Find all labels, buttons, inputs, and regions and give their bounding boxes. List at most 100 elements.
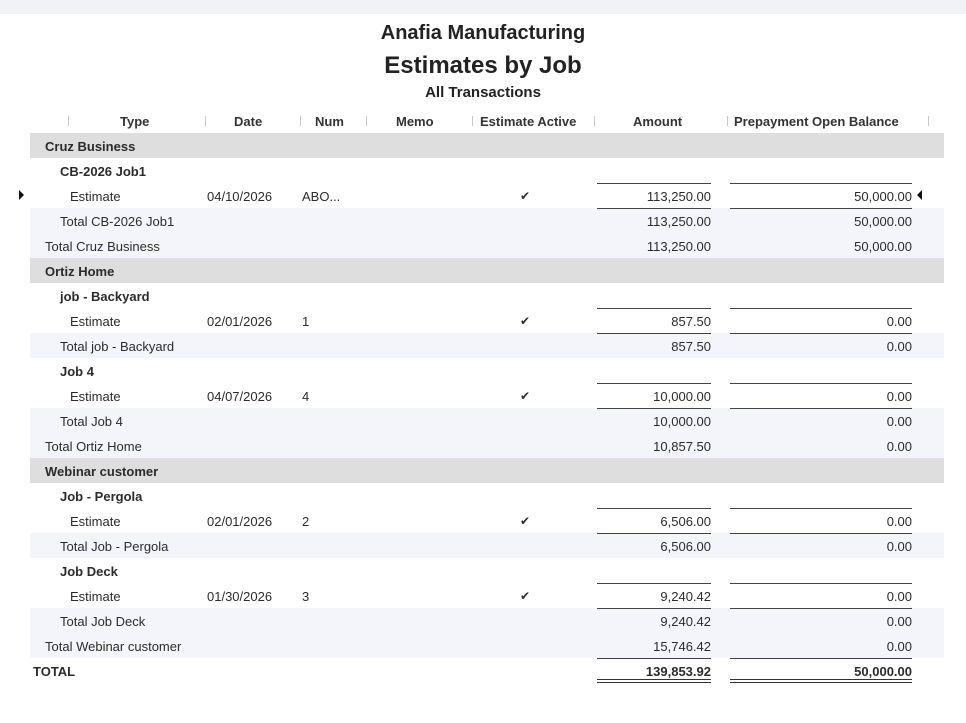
row-label: job - Backyard (60, 289, 150, 304)
row-label: Job - Pergola (60, 489, 143, 504)
prepayment-underline (730, 608, 912, 609)
amount-underline (597, 383, 711, 384)
report-title: Estimates by Job (384, 52, 582, 79)
job-total-row[interactable]: Total job - Backyard 857.50 0.00 (30, 333, 944, 358)
row-label: Estimate (70, 314, 121, 329)
amount-underline (597, 208, 711, 209)
row-label: CB-2026 Job1 (60, 164, 146, 179)
row-label: Total Job Deck (60, 614, 146, 629)
amount-underline (597, 408, 711, 409)
column-header-num[interactable]: Num (315, 114, 344, 129)
row-label: Job Deck (60, 564, 118, 579)
column-separator[interactable] (727, 116, 728, 126)
row-num: 1 (302, 314, 310, 329)
grand-total-row[interactable]: TOTAL 139,853.92 50,000.00 (30, 658, 944, 683)
row-label: Total Webinar customer (45, 639, 182, 654)
job-row[interactable]: Job Deck (30, 558, 944, 583)
column-header-estimate-active[interactable]: Estimate Active (480, 114, 576, 129)
row-prepayment-balance: 0.00 (886, 614, 912, 629)
row-amount: 6,506.00 (660, 539, 711, 554)
amount-underline (597, 508, 711, 509)
prepayment-underline (730, 308, 912, 309)
row-prepayment-balance: 0.00 (886, 514, 912, 529)
row-prepayment-balance: 0.00 (886, 339, 912, 354)
checkmark-icon: ✔ (520, 389, 531, 403)
row-label: TOTAL (33, 664, 76, 679)
customer-row[interactable]: Ortiz Home (30, 258, 944, 283)
column-header-prepayment-open-balance[interactable]: Prepayment Open Balance (734, 114, 899, 129)
amount-underline (597, 583, 711, 584)
prepayment-underline (730, 508, 912, 509)
job-total-row[interactable]: Total CB-2026 Job1 113,250.00 50,000.00 (30, 208, 944, 233)
row-label: Estimate (70, 514, 121, 529)
total-double-underline (730, 679, 912, 683)
column-header-amount[interactable]: Amount (633, 114, 682, 129)
row-prepayment-balance: 0.00 (886, 389, 912, 404)
row-prepayment-balance: 50,000.00 (854, 664, 912, 679)
row-label: Ortiz Home (45, 264, 115, 279)
column-header-date[interactable]: Date (234, 114, 262, 129)
customer-total-row[interactable]: Total Ortiz Home 10,857.50 0.00 (30, 433, 944, 458)
row-amount: 113,250.00 (646, 239, 711, 254)
row-num: 3 (302, 589, 310, 604)
prepayment-underline (730, 333, 912, 334)
column-separator[interactable] (205, 116, 206, 126)
row-label: Total CB-2026 Job1 (60, 214, 175, 229)
transaction-row[interactable]: Estimate 02/01/2026 2 ✔ 6,506.00 0.00 (30, 508, 944, 533)
row-label: Total Job 4 (60, 414, 123, 429)
row-amount: 9,240.42 (660, 614, 711, 629)
prepayment-underline (730, 183, 912, 184)
column-separator[interactable] (928, 116, 929, 126)
column-separator[interactable] (366, 116, 367, 126)
column-separator[interactable] (472, 116, 473, 126)
row-prepayment-balance: 0.00 (886, 589, 912, 604)
row-amount: 857.50 (671, 314, 711, 329)
customer-row[interactable]: Cruz Business (30, 133, 944, 158)
amount-underline (597, 308, 711, 309)
row-amount: 15,746.42 (653, 639, 711, 654)
column-header-memo[interactable]: Memo (396, 114, 434, 129)
transaction-row[interactable]: Estimate 01/30/2026 3 ✔ 9,240.42 0.00 (30, 583, 944, 608)
customer-row[interactable]: Webinar customer (30, 458, 944, 483)
amount-underline (597, 608, 711, 609)
job-total-row[interactable]: Total Job 4 10,000.00 0.00 (30, 408, 944, 433)
job-row[interactable]: CB-2026 Job1 (30, 158, 944, 183)
row-date: 04/10/2026 (207, 189, 273, 204)
row-label: Total job - Backyard (60, 339, 175, 354)
amount-underline (597, 333, 711, 334)
row-label: Total Job - Pergola (60, 539, 169, 554)
column-separator[interactable] (68, 116, 69, 126)
checkmark-icon: ✔ (520, 589, 531, 603)
row-label: Cruz Business (45, 139, 136, 154)
row-prepayment-balance: 0.00 (886, 539, 912, 554)
transaction-row[interactable]: Estimate 04/10/2026 ABO... ✔ 113,250.00 50,00… (19, 183, 944, 208)
customer-total-row[interactable]: Total Cruz Business 113,250.00 50,000.00 (30, 233, 944, 258)
row-num: ABO... (302, 189, 341, 204)
row-pointer-icon (917, 190, 922, 200)
row-date: 04/07/2026 (207, 389, 273, 404)
job-row[interactable]: job - Backyard (30, 283, 944, 308)
row-prepayment-balance: 50,000.00 (854, 214, 912, 229)
transaction-row[interactable]: Estimate 04/07/2026 4 ✔ 10,000.00 0.00 (30, 383, 944, 408)
column-header-type[interactable]: Type (120, 114, 149, 129)
row-num: 2 (302, 514, 310, 529)
amount-underline (597, 183, 711, 184)
customer-total-row[interactable]: Total Webinar customer 15,746.42 0.00 (30, 633, 944, 658)
column-separator[interactable] (594, 116, 595, 126)
job-total-row[interactable]: Total Job - Pergola 6,506.00 0.00 (30, 533, 944, 558)
row-date: 02/01/2026 (207, 314, 273, 329)
report-body: Cruz Business CB-2026 Job1 Estimate 04/10/2… (19, 133, 944, 683)
row-label: Webinar customer (45, 464, 159, 479)
row-label: Estimate (70, 589, 121, 604)
row-num: 4 (302, 389, 310, 404)
checkmark-icon: ✔ (520, 514, 531, 528)
row-prepayment-balance: 50,000.00 (854, 189, 912, 204)
job-row[interactable]: Job 4 (30, 358, 944, 383)
job-total-row[interactable]: Total Job Deck 9,240.42 0.00 (30, 608, 944, 633)
transaction-row[interactable]: Estimate 02/01/2026 1 ✔ 857.50 0.00 (30, 308, 944, 333)
prepayment-underline (730, 533, 912, 534)
column-separator[interactable] (300, 116, 301, 126)
job-row[interactable]: Job - Pergola (30, 483, 944, 508)
checkmark-icon: ✔ (520, 189, 531, 203)
prepayment-underline (730, 408, 912, 409)
